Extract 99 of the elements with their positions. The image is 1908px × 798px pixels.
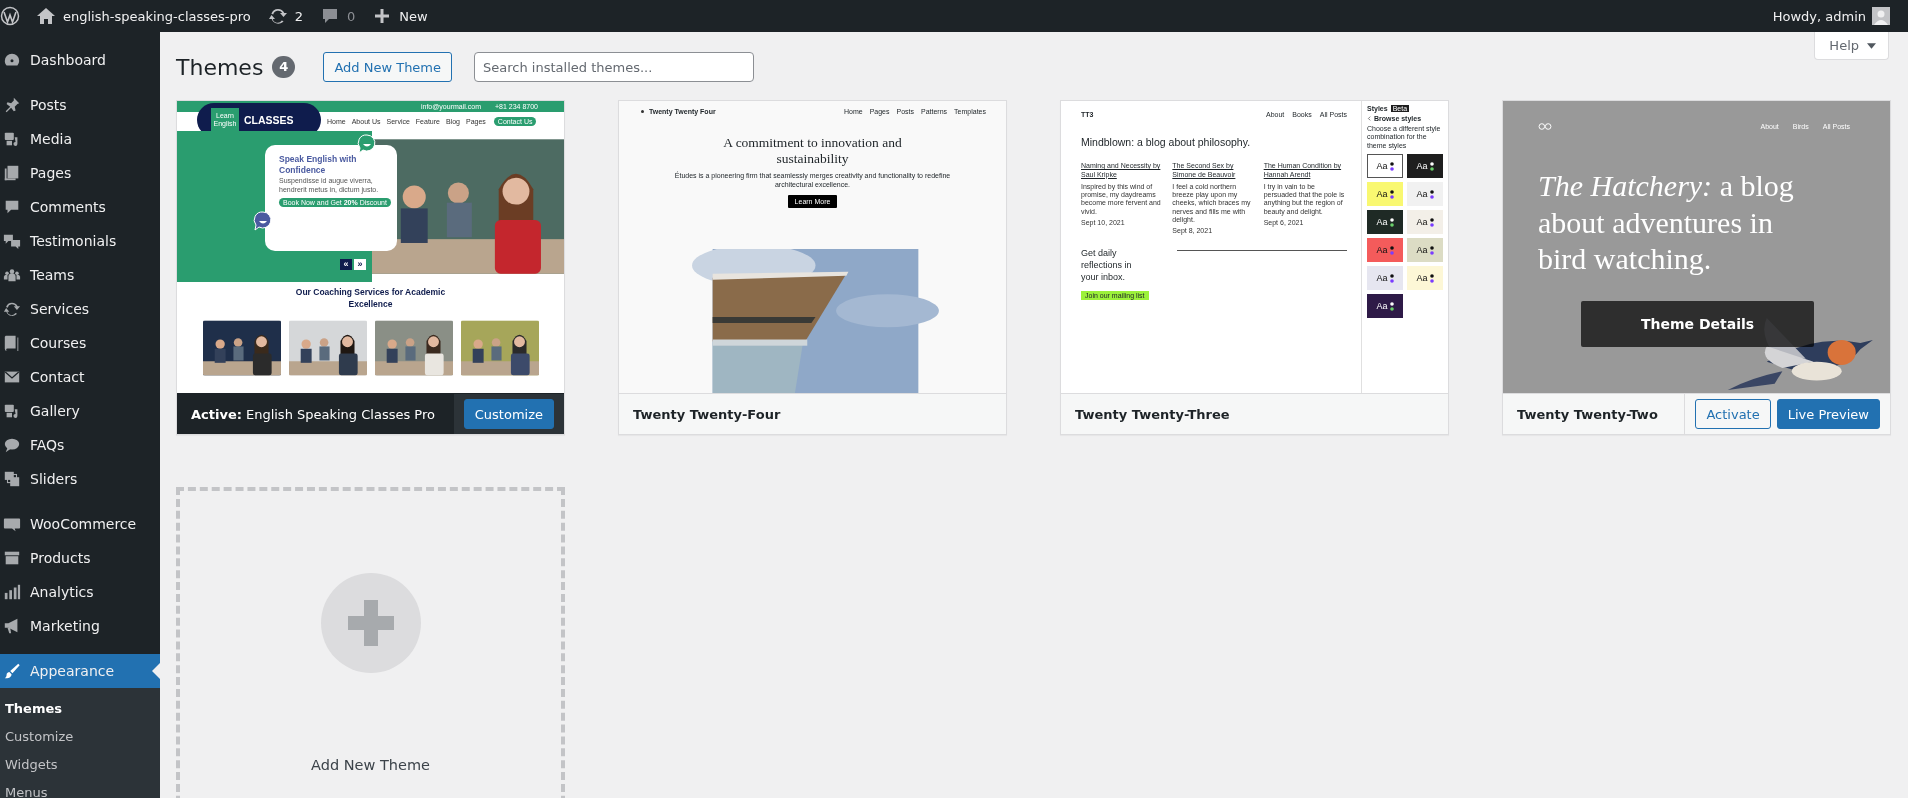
hero-title: Speak English with Confidence (279, 154, 358, 176)
submenu-item[interactable]: Menus (0, 779, 160, 798)
refresh-icon (3, 300, 21, 318)
refresh-icon[interactable] (267, 6, 288, 26)
plus-icon (320, 573, 421, 673)
sidebar-item[interactable]: Dashboard (0, 43, 160, 77)
dots-icon (1429, 217, 1434, 227)
page-title: Themes (176, 54, 264, 80)
style-swatch: Aa (1367, 154, 1403, 179)
sidebar-item[interactable]: Services (0, 292, 160, 326)
submenu-item[interactable]: Themes (0, 695, 160, 723)
dots-icon (1389, 245, 1394, 255)
sidebar-item[interactable]: Gallery (0, 394, 160, 428)
smiley-bubble-icon (253, 211, 273, 231)
bar-chart-icon (3, 583, 21, 601)
signup-heading: Get daily reflections in your inbox. (1081, 248, 1133, 284)
sidebar-item[interactable]: FAQs (0, 428, 160, 462)
theme-name: Twenty Twenty-Three (1075, 406, 1230, 422)
hero-heading: A commitment to innovation and sustainability (722, 134, 903, 168)
chevron-left-icon (1367, 116, 1371, 121)
dots-icon (1429, 245, 1434, 255)
theme-details-button[interactable]: Theme Details (1581, 301, 1814, 347)
dots-icon (1389, 301, 1394, 311)
archive-box-icon (3, 549, 21, 567)
style-swatch: Aa (1367, 182, 1403, 207)
previous-button: « (340, 259, 352, 270)
sidebar-item[interactable]: Teams (0, 258, 160, 292)
secondary-button[interactable]: Activate (1695, 399, 1771, 429)
sidebar-item[interactable]: WooCommerce (0, 507, 160, 541)
sidebar-item[interactable]: Courses (0, 326, 160, 360)
style-swatch: Aa (1407, 266, 1443, 291)
book-icon (3, 334, 21, 352)
dots-icon (1429, 273, 1434, 283)
sidebar-item[interactable]: Testimonials (0, 224, 160, 258)
logo-icon (1538, 123, 1552, 130)
style-swatch: Aa (1367, 238, 1403, 263)
notch-icon (152, 663, 160, 679)
speech-bubble-icon[interactable] (320, 6, 340, 26)
comment-count[interactable]: 0 (347, 8, 356, 24)
theme-name: English Speaking Classes Pro (245, 406, 435, 422)
sidebar-item[interactable]: Appearance (0, 654, 160, 688)
blog-heading: The Hatchery: a blog about adventures in bird watching. (1538, 168, 1795, 278)
dots-icon (1429, 161, 1434, 171)
blog-heading: Mindblown: a blog about philosophy. (1081, 136, 1252, 148)
sidebar-item[interactable]: Posts (0, 88, 160, 122)
pin-icon (3, 96, 21, 114)
add-theme-card[interactable]: Add New Theme (176, 487, 565, 798)
help-button[interactable]: Help (1814, 32, 1889, 60)
style-swatch: Aa (1367, 210, 1403, 235)
sidebar-item[interactable]: Sliders (0, 462, 160, 496)
theme-card[interactable] (176, 100, 565, 435)
speech-bubbles-icon (3, 232, 21, 250)
pages-icon (3, 164, 21, 182)
next-button: » (354, 259, 366, 270)
people-icon (3, 266, 21, 284)
style-swatch: Aa (1367, 294, 1403, 319)
theme-name: Twenty Twenty-Four (633, 406, 781, 422)
primary-button[interactable]: Live Preview (1776, 399, 1880, 429)
add-theme-button[interactable]: Add New Theme (323, 52, 453, 82)
submenu-item[interactable]: Customize (0, 723, 160, 751)
style-swatch: Aa (1367, 266, 1403, 291)
section-title: Our Coaching Services for Academic Excellence (295, 287, 446, 311)
sidebar-item[interactable]: Contact (0, 360, 160, 394)
style-swatch: Aa (1407, 210, 1443, 235)
new-link[interactable]: New (399, 8, 428, 24)
theme-count-badge: 4 (272, 56, 296, 78)
dot-icon (641, 110, 644, 113)
logo-icon[interactable] (0, 6, 20, 26)
dots-icon (1389, 273, 1394, 283)
add-theme-label: Add New Theme (311, 757, 430, 773)
smiley-bubble-icon (357, 134, 377, 154)
update-count[interactable]: 2 (294, 8, 303, 24)
dots-icon (1429, 189, 1434, 199)
sidebar-item[interactable]: Pages (0, 156, 160, 190)
style-swatch: Aa (1407, 182, 1443, 207)
sidebar-item[interactable]: Media (0, 122, 160, 156)
theme-name: Twenty Twenty-Two (1517, 406, 1658, 422)
chat-bubble-icon (3, 436, 21, 454)
sidebar-item[interactable]: Comments (0, 190, 160, 224)
theme-card[interactable] (1060, 100, 1449, 435)
search-field[interactable]: Search installed themes... (474, 52, 755, 82)
submenu-item[interactable]: Widgets (0, 751, 160, 779)
primary-button[interactable]: Customize (463, 399, 554, 429)
dots-icon (1389, 189, 1394, 199)
account-link[interactable]: Howdy, admin (1772, 8, 1866, 24)
sidebar-item[interactable]: Marketing (0, 609, 160, 643)
slides-icon (3, 470, 21, 488)
dots-icon (1389, 217, 1394, 227)
sidebar-item[interactable]: Products (0, 541, 160, 575)
logo-text: CLASSES (244, 114, 294, 126)
sidebar-item[interactable]: Analytics (0, 575, 160, 609)
dots-icon (1389, 161, 1394, 171)
caret-icon (1867, 42, 1876, 49)
style-swatch: Aa (1407, 154, 1443, 179)
home-icon[interactable] (36, 6, 56, 26)
paintbrush-icon (3, 662, 21, 680)
active-label: Active: (191, 406, 242, 422)
style-swatch: Aa (1407, 238, 1443, 263)
site-name-link[interactable]: english-speaking-classes-pro (63, 8, 251, 24)
